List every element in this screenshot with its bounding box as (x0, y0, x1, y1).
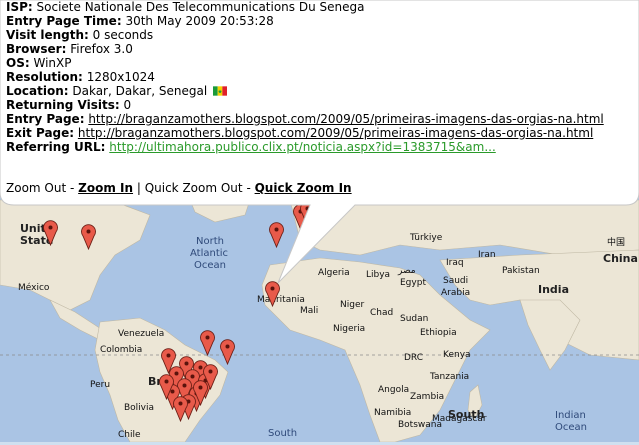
entry-page-row: Entry Page: http://braganzamothers.blogs… (6, 112, 604, 126)
map-label-algeria: Algeria (318, 268, 350, 278)
zoom-in-link[interactable]: Zoom In (78, 181, 133, 195)
referring-url-link[interactable]: http://ultimahora.publico.clix.pt/notici… (109, 140, 496, 154)
map-label-india: India (538, 283, 569, 296)
map-label-north-atlantic-2: Atlantic (190, 248, 229, 259)
resolution-value: 1280x1024 (86, 70, 155, 84)
isp-row: ISP: Societe Nationale Des Telecommunica… (6, 0, 604, 14)
map-pin-icon[interactable] (300, 201, 315, 228)
map-label-pakistan: Pakistan (502, 266, 540, 276)
map-label-niger: Niger (340, 300, 365, 310)
map-label-colombia: Colombia (100, 345, 143, 355)
map-label-turkey: Türkiye (410, 233, 443, 243)
map-label-indian-2: Ocean (555, 422, 587, 433)
map-label-north-atlantic: North (196, 236, 224, 247)
map-label-egypt: Egypt (400, 278, 426, 288)
map-pin-icon[interactable] (203, 364, 218, 391)
zoom-out-text[interactable]: Zoom Out (6, 181, 66, 195)
returning-row: Returning Visits: 0 (6, 98, 604, 112)
visit-length-row: Visit length: 0 seconds (6, 28, 604, 42)
map-label-south-atlantic: South (268, 428, 298, 439)
exit-page-link[interactable]: http://braganzamothers.blogspot.com/2009… (78, 126, 593, 140)
exit-page-label: Exit Page: (6, 126, 75, 140)
visit-length-value: 0 seconds (92, 28, 154, 42)
map-label-saudi: Saudi (443, 276, 469, 286)
map-pin-icon[interactable] (220, 339, 235, 366)
entry-page-link[interactable]: http://braganzamothers.blogspot.com/2009… (88, 112, 603, 126)
map-label-tanzania: Tanzania (430, 372, 470, 382)
zoom-controls: Zoom Out - Zoom In | Quick Zoom Out - Qu… (6, 181, 352, 195)
map-pin-icon[interactable] (43, 220, 58, 247)
browser-label: Browser: (6, 42, 67, 56)
quick-zoom-out-text[interactable]: Quick Zoom Out (145, 181, 243, 195)
entry-time-value: 30th May 2009 20:53:28 (125, 14, 274, 28)
visit-length-label: Visit length: (6, 28, 89, 42)
entry-time-label: Entry Page Time: (6, 14, 122, 28)
isp-value: Societe Nationale Des Telecommunications… (36, 0, 365, 14)
map-label-iran: Iran (478, 250, 496, 260)
zoom-sep-1: - (66, 181, 79, 195)
senegal-flag-icon (213, 86, 227, 96)
os-label: OS: (6, 56, 30, 70)
quick-zoom-in-link[interactable]: Quick Zoom In (255, 181, 352, 195)
map-pin-icon[interactable] (200, 330, 215, 357)
resolution-row: Resolution: 1280x1024 (6, 70, 604, 84)
map-label-venezuela: Venezuela (118, 329, 165, 339)
map-label-sudan: Sudan (400, 314, 429, 324)
zoom-sep-3: - (242, 181, 255, 195)
os-value: WinXP (33, 56, 72, 70)
map-label-libya: Libya (366, 270, 391, 280)
map-label-china-cn: 中国 (607, 238, 626, 248)
map-label-drc: DRC (404, 353, 424, 363)
map-label-indian: Indian (555, 410, 586, 421)
map-label-china: China (603, 252, 638, 265)
map-label-mexico: México (18, 283, 50, 293)
map-label-peru: Peru (90, 380, 111, 390)
map-label-kenya: Kenya (443, 350, 471, 360)
map-pin-icon[interactable] (159, 374, 174, 401)
entry-time-row: Entry Page Time: 30th May 2009 20:53:28 (6, 14, 604, 28)
map-label-mali: Mali (300, 306, 319, 316)
location-label: Location: (6, 84, 69, 98)
map-label-saudi-2: Arabia (441, 288, 471, 298)
map-pin-icon[interactable] (265, 281, 280, 308)
map-label-ethiopia: Ethiopia (420, 328, 457, 338)
map-label-south-africa: South (448, 408, 485, 421)
map-pin-icon[interactable] (81, 224, 96, 251)
exit-page-row: Exit Page: http://braganzamothers.blogsp… (6, 126, 604, 140)
map-label-chad: Chad (370, 308, 394, 318)
map-label-angola: Angola (378, 385, 410, 395)
map-label-chile: Chile (118, 430, 141, 440)
map-pin-icon[interactable] (173, 396, 188, 423)
map-label-bolivia: Bolivia (124, 403, 155, 413)
map-label-namibia: Namibia (374, 408, 412, 418)
referring-label: Referring URL: (6, 140, 106, 154)
map-label-zambia: Zambia (410, 392, 445, 402)
isp-label: ISP: (6, 0, 33, 14)
visitor-details: ISP: Societe Nationale Des Telecommunica… (6, 0, 604, 154)
returning-label: Returning Visits: (6, 98, 120, 112)
location-row: Location: Dakar, Dakar, Senegal (6, 84, 604, 98)
location-value: Dakar, Dakar, Senegal (72, 84, 208, 98)
map-pin-icon[interactable] (269, 222, 284, 249)
browser-value: Firefox 3.0 (70, 42, 133, 56)
referring-row: Referring URL: http://ultimahora.publico… (6, 140, 604, 154)
map-label-north-atlantic-3: Ocean (194, 260, 226, 271)
map-label-nigeria: Nigeria (333, 324, 366, 334)
returning-value: 0 (123, 98, 132, 112)
browser-row: Browser: Firefox 3.0 (6, 42, 604, 56)
zoom-sep-2: | (133, 181, 145, 195)
entry-page-label: Entry Page: (6, 112, 85, 126)
map-label-egypt-ar: مصر (398, 266, 416, 276)
map-label-iraq: Iraq (446, 258, 464, 268)
os-row: OS: WinXP (6, 56, 604, 70)
resolution-label: Resolution: (6, 70, 83, 84)
